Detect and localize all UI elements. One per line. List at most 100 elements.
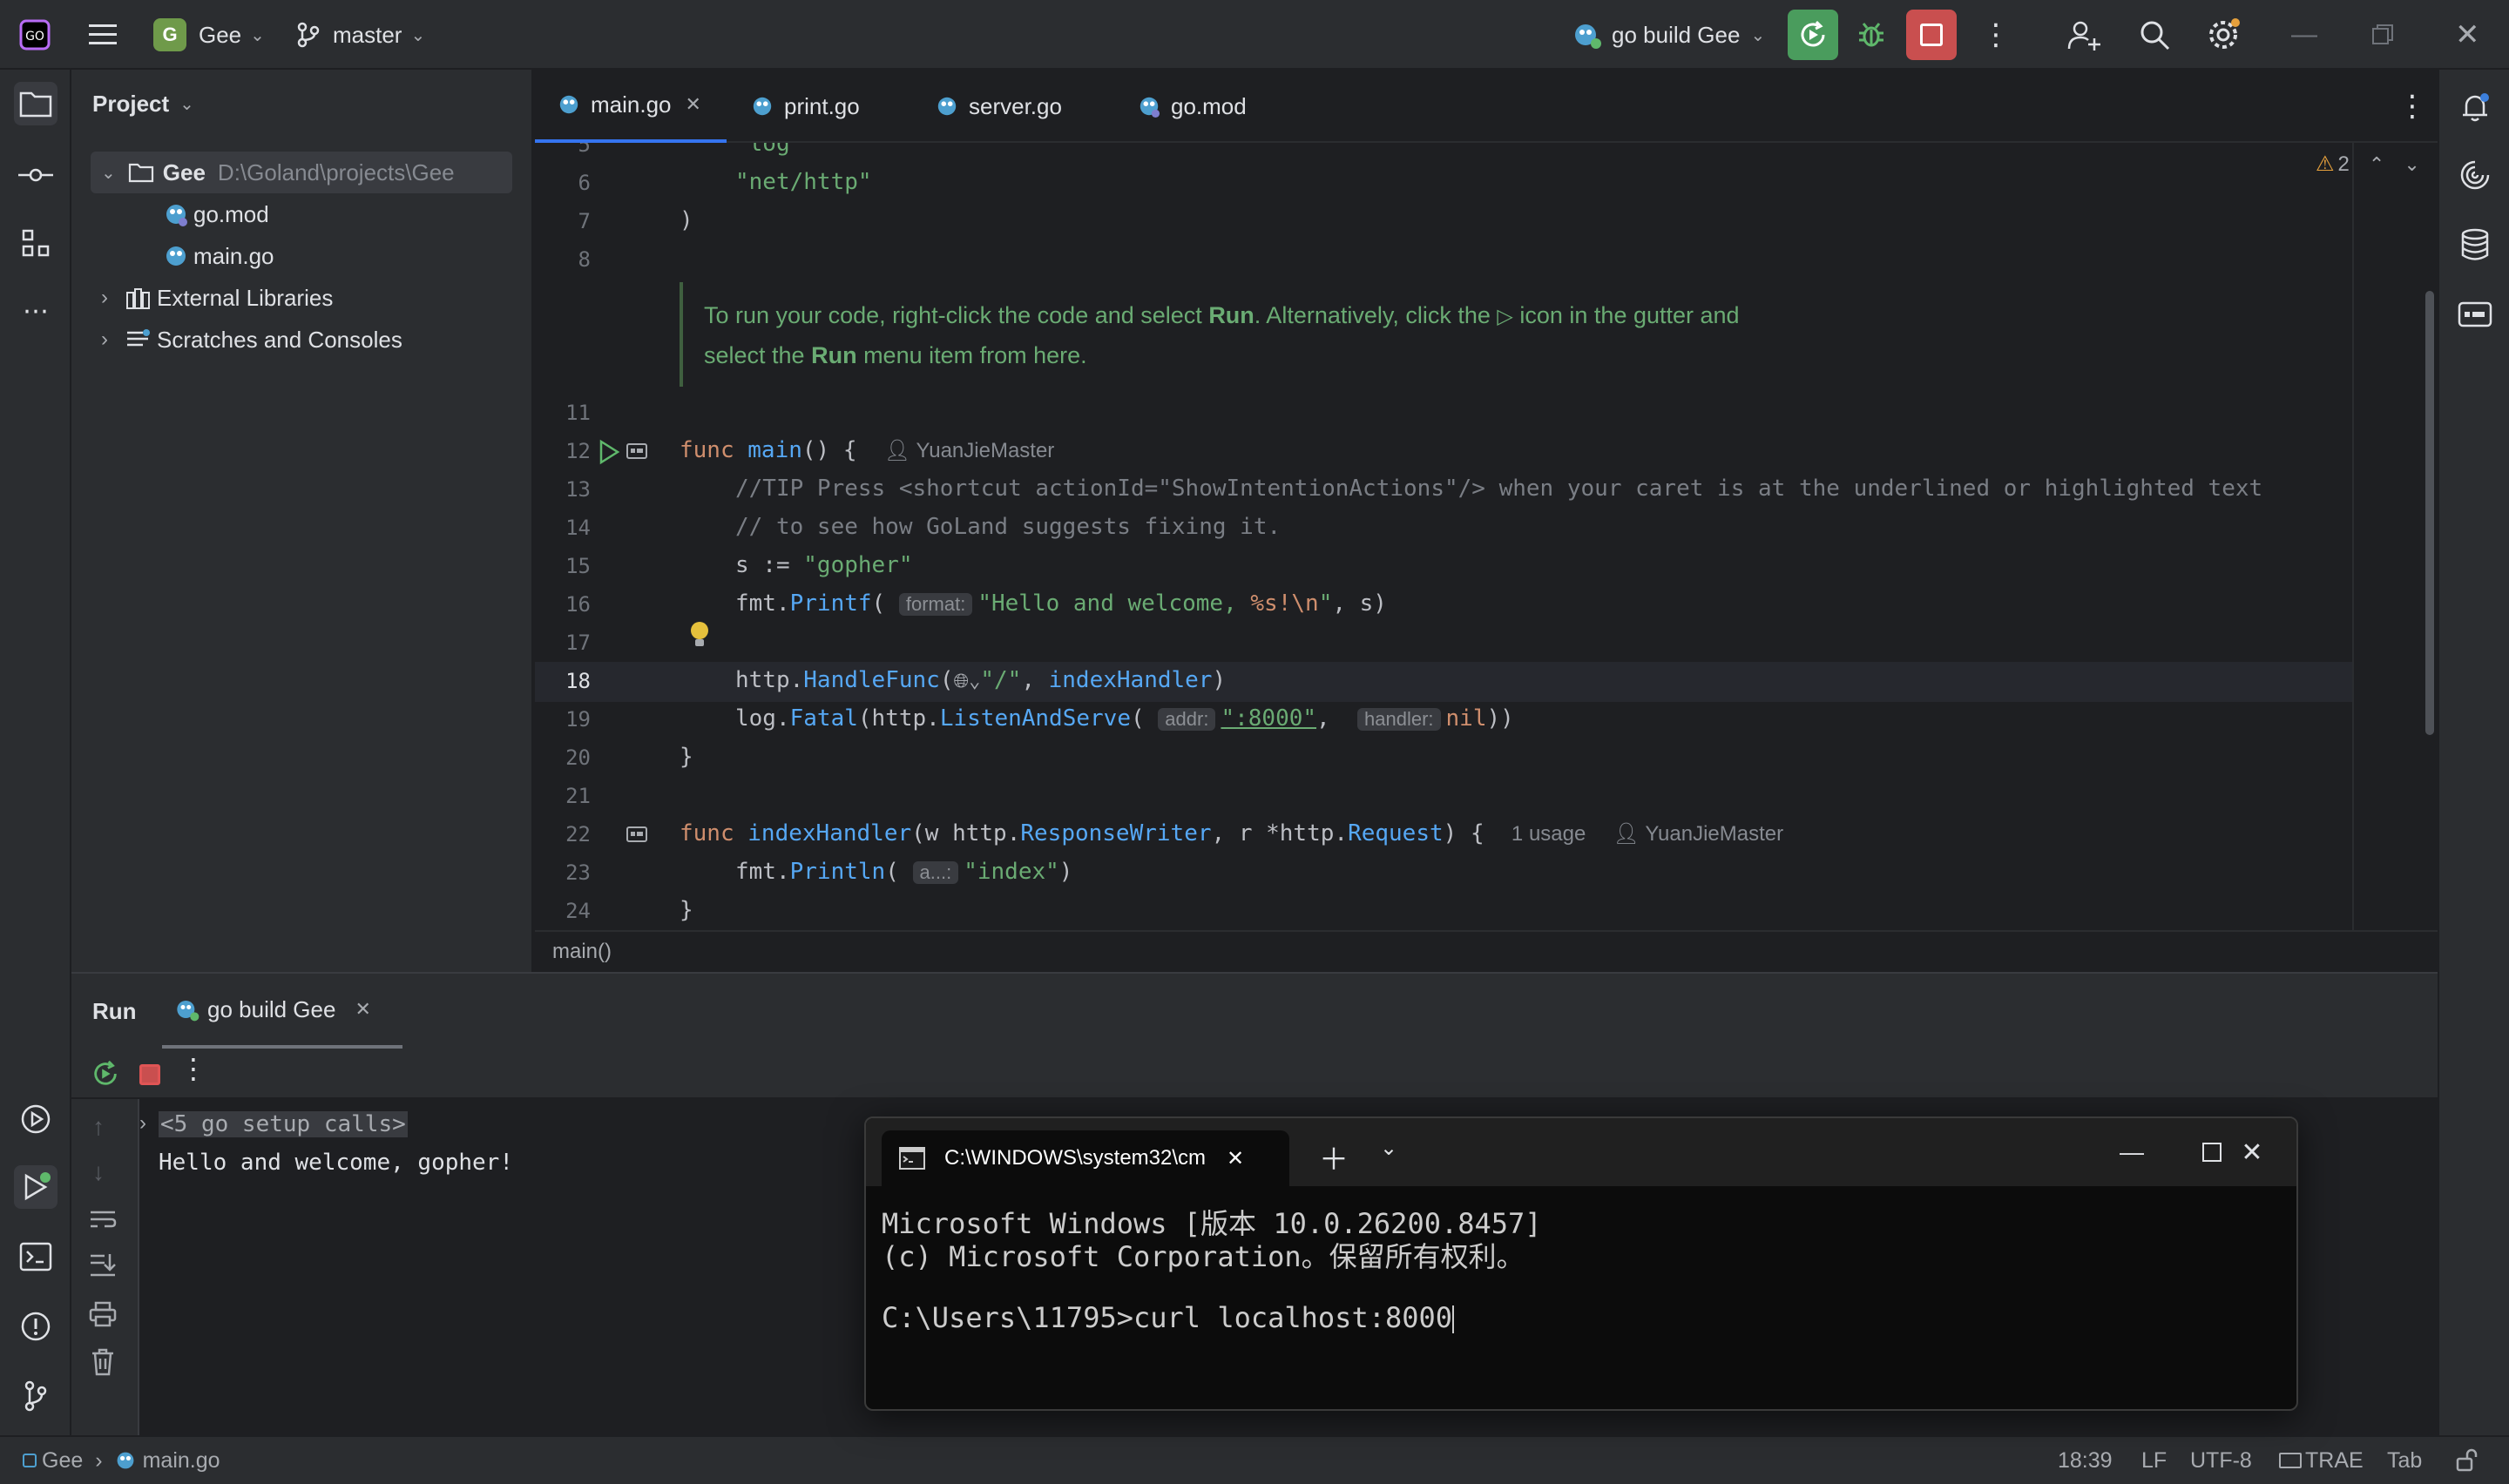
project-panel-header[interactable]: Project ⌄ bbox=[92, 91, 194, 118]
output-folded-line[interactable]: <5 go setup calls> bbox=[159, 1111, 408, 1137]
rerun-icon[interactable] bbox=[91, 1059, 120, 1093]
code-token: HandleFunc bbox=[803, 667, 940, 693]
arrow-down-icon[interactable]: ↓ bbox=[92, 1158, 105, 1186]
stop-icon[interactable] bbox=[139, 1064, 160, 1085]
editor-breadcrumb[interactable]: main() bbox=[535, 930, 2438, 972]
minimize-window-icon[interactable]: — bbox=[2093, 1118, 2171, 1186]
rerun-button[interactable] bbox=[1788, 0, 1838, 70]
print-icon[interactable] bbox=[89, 1301, 117, 1332]
add-user-icon[interactable] bbox=[2066, 0, 2101, 70]
tab-options-icon[interactable]: ⋮ bbox=[2397, 70, 2427, 143]
author-hint[interactable]: 👤︎ YuanJieMaster bbox=[1613, 822, 1783, 846]
line-number: 6 bbox=[578, 171, 591, 195]
tab-main-go[interactable]: main.go ✕ bbox=[535, 70, 727, 143]
problems-tool-icon[interactable] bbox=[14, 1305, 57, 1348]
lock-icon[interactable] bbox=[2455, 1437, 2479, 1484]
cmd-window[interactable]: C:\WINDOWS\system32\cmd. ✕ ＋ ⌄ — ✕ Micro… bbox=[864, 1116, 2298, 1411]
breadcrumb-item[interactable]: main() bbox=[552, 940, 612, 964]
search-icon[interactable] bbox=[2138, 0, 2171, 70]
tree-item-gee-root[interactable]: ⌄ Gee D:\Goland\projects\Gee bbox=[91, 152, 512, 193]
close-tab-icon[interactable]: ✕ bbox=[686, 93, 701, 116]
run-gutter-icon[interactable] bbox=[598, 439, 620, 469]
main-menu-icon[interactable] bbox=[87, 0, 118, 70]
author-hint[interactable]: 👤︎ YuanJieMaster bbox=[884, 439, 1054, 462]
parameter-hint: addr: bbox=[1158, 708, 1216, 731]
tree-item-external-libraries[interactable]: › External Libraries bbox=[101, 277, 333, 319]
new-tab-icon[interactable]: ＋ bbox=[1319, 1136, 1349, 1178]
line-separator[interactable]: LF bbox=[2141, 1437, 2167, 1484]
app-logo-icon[interactable]: GO bbox=[19, 0, 51, 70]
tree-item-scratches[interactable]: › Scratches and Consoles bbox=[101, 319, 402, 361]
editor-scrollbar[interactable] bbox=[2425, 291, 2434, 735]
more-actions-icon[interactable]: ⋮ bbox=[1981, 0, 2011, 70]
code-token: (http. bbox=[857, 705, 940, 732]
chevron-right-icon[interactable]: › bbox=[139, 1111, 146, 1136]
run-tool-icon[interactable] bbox=[14, 1165, 57, 1209]
soft-wrap-icon[interactable] bbox=[89, 1209, 117, 1236]
tab-server-go[interactable]: server.go bbox=[936, 70, 1062, 143]
debug-button[interactable] bbox=[1856, 0, 1887, 70]
terminal-tool-icon[interactable] bbox=[14, 1235, 57, 1278]
chevron-down-icon: ⌄ bbox=[179, 95, 194, 114]
chevron-up-icon[interactable]: ⌃ bbox=[2369, 153, 2384, 176]
line-number: 16 bbox=[565, 592, 591, 617]
close-window-icon[interactable]: ✕ bbox=[2213, 1118, 2291, 1186]
trash-icon[interactable] bbox=[91, 1348, 115, 1380]
cmd-tab[interactable]: C:\WINDOWS\system32\cmd. ✕ bbox=[882, 1130, 1289, 1186]
restore-window-icon[interactable] bbox=[2371, 0, 2394, 70]
code-token: "/" bbox=[980, 667, 1022, 693]
arrow-up-icon[interactable]: ↑ bbox=[92, 1113, 105, 1141]
git-tool-icon[interactable] bbox=[14, 1374, 57, 1418]
line-number: 19 bbox=[565, 707, 591, 732]
tip-line-1: To run your code, right-click the code a… bbox=[704, 296, 1740, 336]
run-config-selector[interactable]: go build Gee ⌄ bbox=[1572, 0, 1765, 70]
file-encoding[interactable]: UTF-8 bbox=[2190, 1437, 2252, 1484]
breadcrumb-file[interactable]: main.go bbox=[143, 1448, 220, 1474]
chevron-down-icon: ⌄ bbox=[410, 25, 426, 45]
code-token: Fatal bbox=[789, 705, 858, 732]
inspection-widget[interactable]: ⚠ 2 ⌃ ⌄ bbox=[2316, 152, 2420, 177]
ai-assistant-icon[interactable] bbox=[2453, 153, 2497, 197]
line-number: 5 bbox=[578, 143, 591, 157]
chevron-right-icon: › bbox=[95, 1447, 103, 1473]
chevron-down-icon[interactable]: ⌄ bbox=[1380, 1136, 1397, 1161]
scroll-to-end-icon[interactable] bbox=[89, 1252, 117, 1283]
settings-icon[interactable] bbox=[2206, 0, 2241, 70]
more-actions-icon[interactable]: ⋮ bbox=[179, 1052, 207, 1085]
code-token: Request bbox=[1348, 820, 1444, 847]
database-icon[interactable] bbox=[2453, 223, 2497, 266]
structure-tool-icon[interactable] bbox=[14, 221, 57, 265]
project-tool-icon[interactable] bbox=[14, 82, 57, 125]
stop-button[interactable] bbox=[1906, 0, 1957, 70]
minimize-window-icon[interactable]: — bbox=[2291, 0, 2317, 70]
services-tool-icon[interactable] bbox=[14, 1097, 57, 1141]
notifications-icon[interactable] bbox=[2453, 85, 2497, 129]
more-tools-icon[interactable]: ⋯ bbox=[14, 289, 57, 333]
cmd-title-bar[interactable]: C:\WINDOWS\system32\cmd. ✕ ＋ ⌄ — ✕ bbox=[866, 1118, 2296, 1186]
remote-dev-icon[interactable] bbox=[2453, 293, 2497, 336]
branch-switcher[interactable]: master ⌄ bbox=[296, 0, 425, 70]
commit-tool-icon[interactable] bbox=[14, 153, 57, 197]
caret-position[interactable]: 18:39 bbox=[2058, 1437, 2113, 1484]
tree-item-main-go[interactable]: main.go bbox=[164, 235, 274, 277]
breadcrumb-project[interactable]: Gee bbox=[42, 1448, 83, 1474]
close-window-icon[interactable]: ✕ bbox=[2455, 0, 2480, 70]
tree-item-go-mod[interactable]: go.mod bbox=[164, 193, 269, 235]
method-gutter-icon[interactable] bbox=[626, 824, 648, 849]
run-tab-go-build-gee[interactable]: go build Gee ✕ bbox=[162, 974, 402, 1049]
tab-print-go[interactable]: print.go bbox=[751, 70, 860, 143]
tab-go-mod[interactable]: go.mod bbox=[1138, 70, 1247, 143]
close-tab-icon[interactable]: ✕ bbox=[1227, 1146, 1244, 1171]
status-breadcrumb[interactable]: Gee › main.go bbox=[23, 1437, 220, 1484]
usages-hint[interactable]: 1 usage bbox=[1511, 822, 1586, 846]
close-tab-icon[interactable]: ✕ bbox=[355, 998, 370, 1021]
trae-widget[interactable]: TRAE bbox=[2279, 1437, 2364, 1484]
code-editor[interactable]: ⚠ 2 ⌃ ⌄ 5 6 7 8 11 12 13 14 15 16 17 18 … bbox=[535, 143, 2438, 930]
console-prompt-line[interactable]: C:\Users\11795>curl localhost:8000 bbox=[882, 1301, 1455, 1334]
lightbulb-icon[interactable] bbox=[688, 620, 711, 654]
globe-icon[interactable]: 🌐︎⌄ bbox=[953, 671, 980, 692]
indent-setting[interactable]: Tab bbox=[2387, 1437, 2422, 1484]
method-gutter-icon[interactable] bbox=[626, 441, 648, 466]
chevron-down-icon[interactable]: ⌄ bbox=[2404, 153, 2419, 176]
project-switcher[interactable]: G Gee ⌄ bbox=[153, 0, 265, 70]
